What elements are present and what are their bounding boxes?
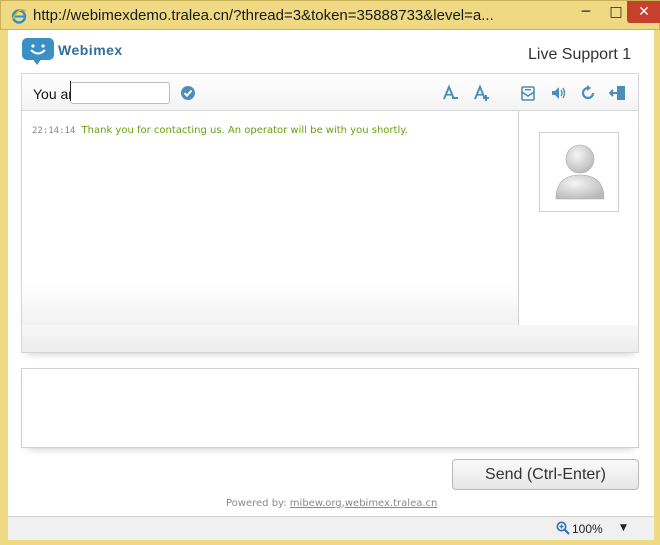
zoom-level[interactable]: 100% [572,522,603,536]
font-smaller-icon[interactable] [441,84,459,102]
chat-bubble-tail [32,58,42,65]
sound-icon[interactable] [549,84,567,102]
message-input[interactable] [21,368,639,448]
logo-text: Webimex [58,42,123,58]
mibew-link[interactable]: mibew.org [290,498,342,509]
logo-mouth-icon [30,49,46,55]
close-button[interactable]: ✕ [627,1,660,23]
refresh-icon[interactable] [579,84,597,102]
exit-icon[interactable] [609,84,627,102]
user-silhouette-icon [555,144,605,200]
chat-message: 22:14:14 Thank you for contacting us. An… [32,125,408,136]
powered-by: Powered by: mibew.org,webimex.tralea.cn [226,498,437,509]
zoom-icon[interactable] [556,521,570,535]
chat-log[interactable]: 22:14:14 Thank you for contacting us. An… [22,111,519,325]
message-time: 22:14:14 [32,126,76,136]
mail-icon[interactable] [519,84,537,102]
window-frame-right [654,30,660,545]
zoom-dropdown-icon[interactable]: ▼ [620,523,627,533]
message-text: Thank you for contacting us. An operator… [81,125,408,136]
browser-statusbar: 100% ▼ [8,516,654,540]
chat-toolbar: You are [21,73,639,111]
confirm-name-icon[interactable] [180,85,196,101]
window-title-url: http://webimexdemo.tralea.cn/?thread=3&t… [33,7,494,24]
chat-bubble-icon [22,38,54,60]
page-title: Live Support 1 [528,46,632,63]
text-cursor [70,81,71,101]
ie-browser-icon [11,8,27,24]
chat-panel: 22:14:14 Thank you for contacting us. An… [21,111,639,353]
send-button[interactable]: Send (Ctrl-Enter) [452,459,639,490]
font-larger-icon[interactable] [472,84,490,102]
visitor-name-input[interactable] [70,82,170,104]
webimex-logo: Webimex [22,38,142,68]
window-frame-bottom [0,540,660,545]
powered-label: Powered by: [226,498,287,509]
window-frame-left [0,30,8,545]
minimize-button[interactable]: ─ [571,1,601,23]
operator-avatar [539,132,619,212]
window-titlebar: http://webimexdemo.tralea.cn/?thread=3&t… [0,0,660,30]
webimex-link[interactable]: webimex.tralea.cn [345,498,438,509]
chat-panel-footer [22,325,638,352]
